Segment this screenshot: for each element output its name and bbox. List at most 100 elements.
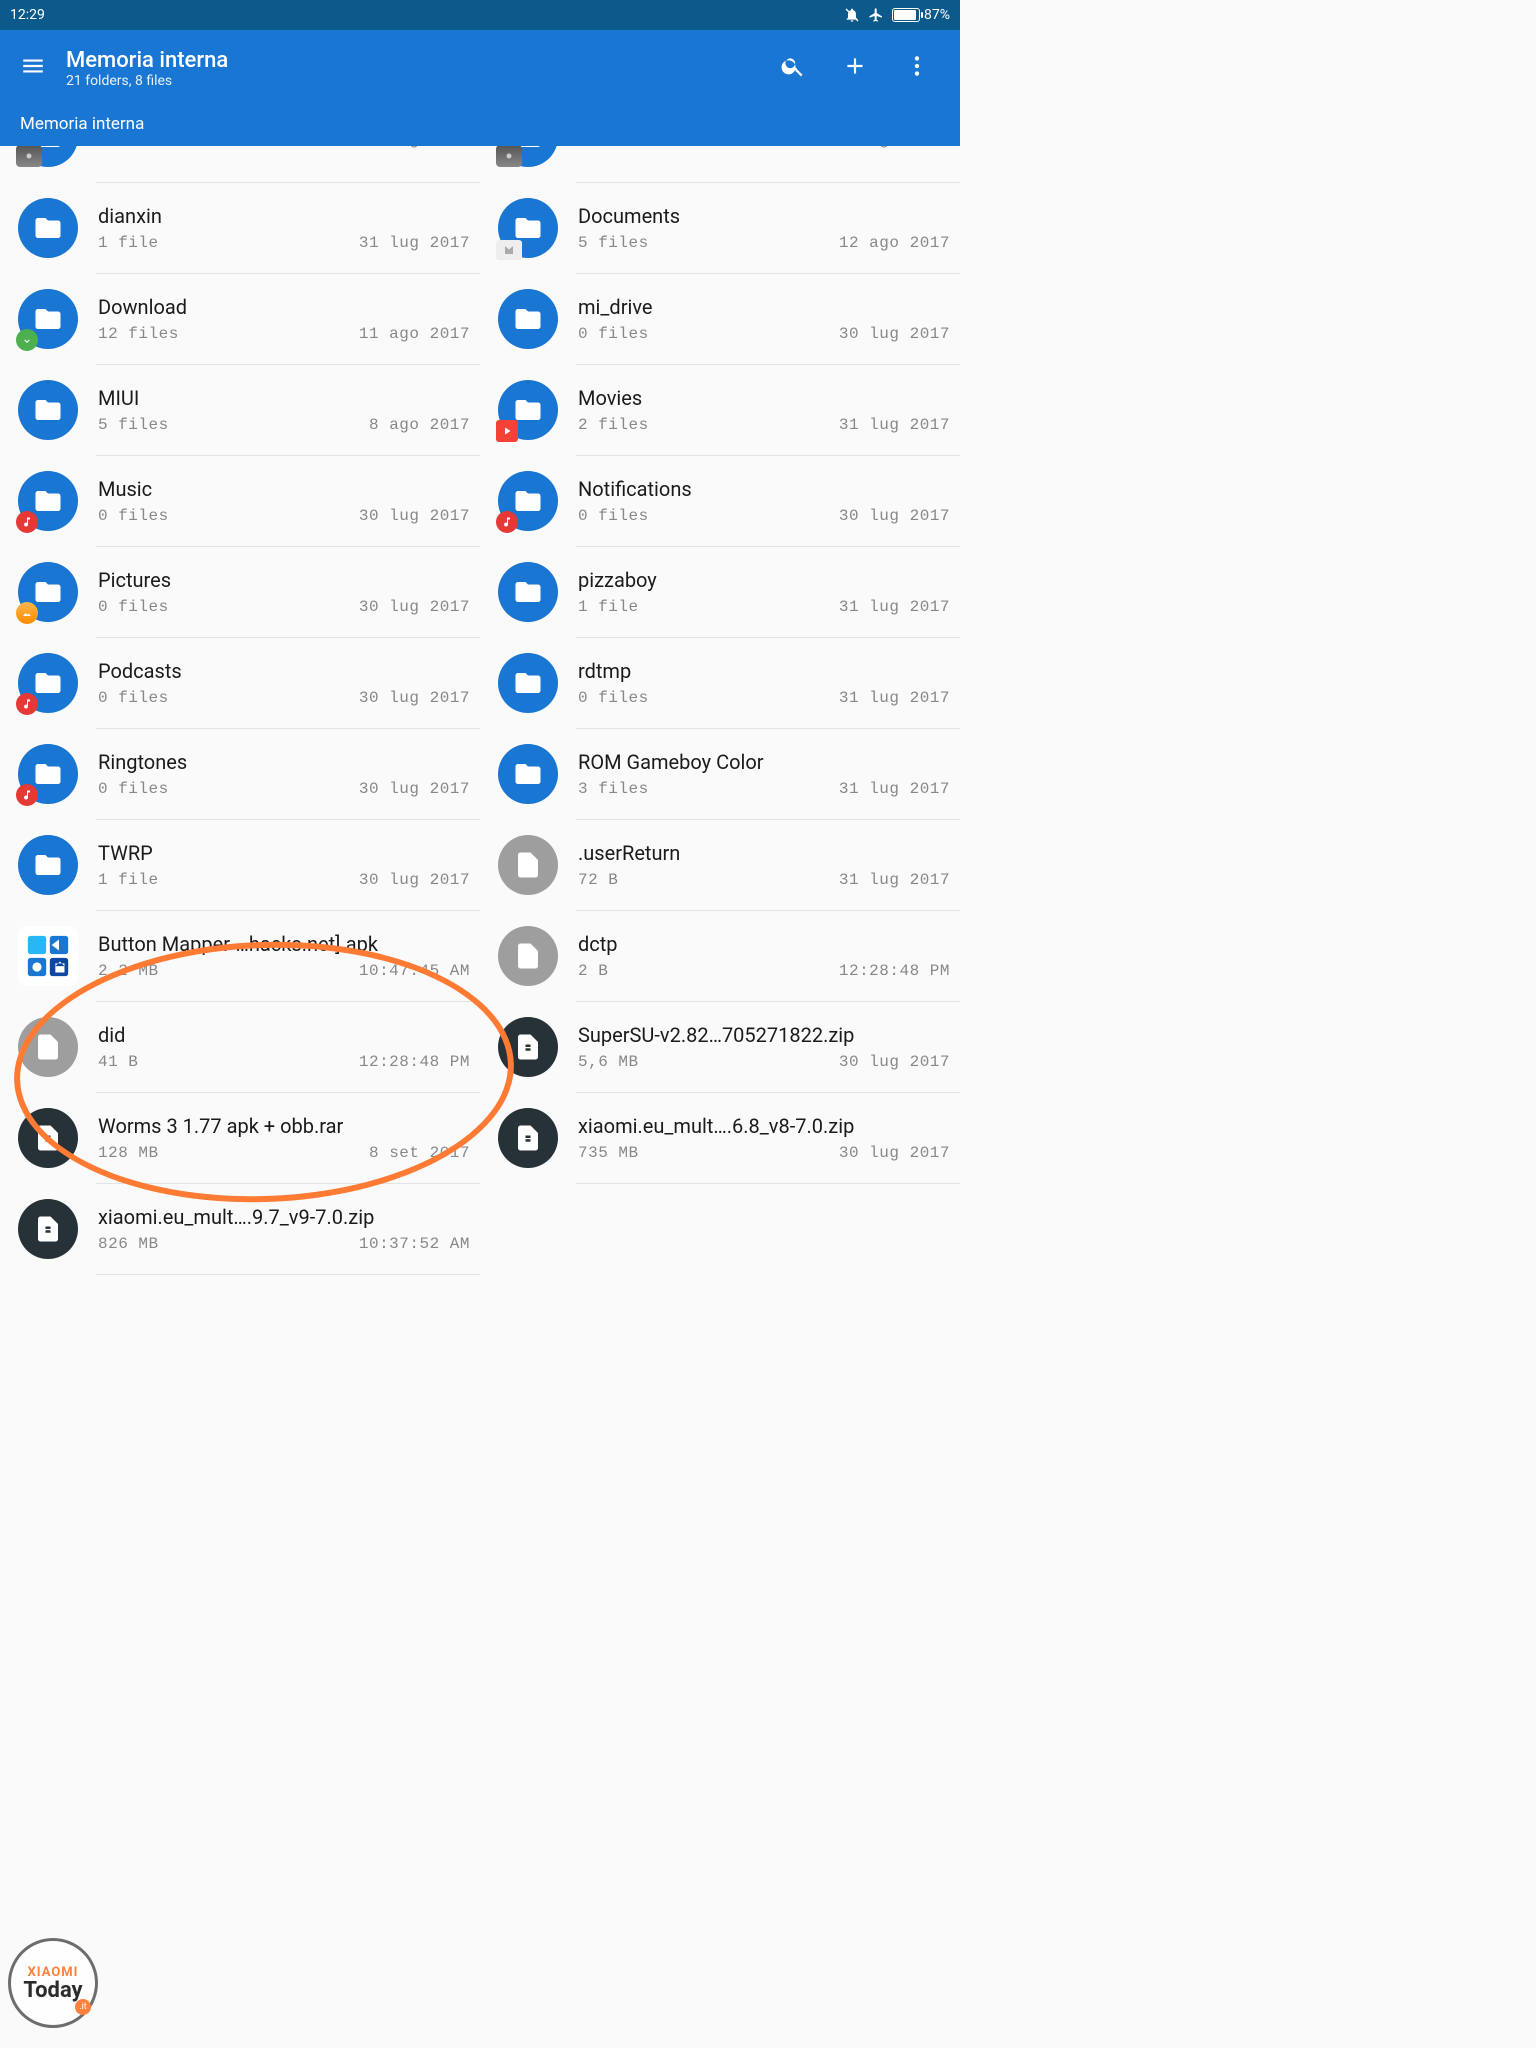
download-badge-icon xyxy=(16,329,38,351)
list-item[interactable]: Ringtones0 files30 lug 2017 xyxy=(0,729,480,819)
item-name: TWRP xyxy=(98,841,470,865)
item-text: TWRP1 file30 lug 2017 xyxy=(98,841,470,889)
list-item[interactable]: dianxin1 file31 lug 2017 xyxy=(0,183,480,273)
file-grid: 3 files31 lug 2017dianxin1 file31 lug 20… xyxy=(0,146,960,1276)
item-text: Button Mapper-…hacks.net].apk2,2 MB10:47… xyxy=(98,932,470,980)
item-name: Download xyxy=(98,295,470,319)
item-name: pizzaboy xyxy=(578,568,950,592)
item-text: xiaomi.eu_mult….9.7_v9-7.0.zip826 MB10:3… xyxy=(98,1205,470,1253)
item-info: 0 files xyxy=(578,507,649,525)
archive-icon xyxy=(498,1017,558,1077)
list-item[interactable]: pizzaboy1 file31 lug 2017 xyxy=(480,547,960,637)
folder-icon xyxy=(498,146,558,167)
item-text: Documents5 files12 ago 2017 xyxy=(578,204,950,252)
item-info: 3 files xyxy=(578,780,649,798)
item-info: 0 files xyxy=(98,598,169,616)
app-icon xyxy=(18,926,78,986)
item-info: 0 files xyxy=(98,507,169,525)
item-text: Podcasts0 files30 lug 2017 xyxy=(98,659,470,707)
folder-icon xyxy=(18,380,78,440)
play-badge-icon xyxy=(496,420,518,442)
battery-percent: 87% xyxy=(924,7,950,23)
item-date: 10:47:45 AM xyxy=(359,962,470,980)
item-date: 12 ago 2017 xyxy=(839,234,950,252)
list-item[interactable]: 2 files11 ago 2017 xyxy=(480,146,960,182)
column-left: 3 files31 lug 2017dianxin1 file31 lug 20… xyxy=(0,146,480,1276)
item-name: xiaomi.eu_mult….9.7_v9-7.0.zip xyxy=(98,1205,470,1229)
list-item[interactable]: mi_drive0 files30 lug 2017 xyxy=(480,274,960,364)
item-text: .userReturn72 B31 lug 2017 xyxy=(578,841,950,889)
list-item[interactable]: did41 B12:28:48 PM xyxy=(0,1002,480,1092)
list-item[interactable]: Movies2 files31 lug 2017 xyxy=(480,365,960,455)
item-text: SuperSU-v2.82…705271822.zip5,6 MB30 lug … xyxy=(578,1023,950,1071)
item-name: did xyxy=(98,1023,470,1047)
list-item[interactable]: rdtmp0 files31 lug 2017 xyxy=(480,638,960,728)
breadcrumb[interactable]: Memoria interna xyxy=(0,106,960,146)
music-badge-icon xyxy=(16,784,38,806)
item-info: 5 files xyxy=(98,416,169,434)
list-item[interactable]: Music0 files30 lug 2017 xyxy=(0,456,480,546)
list-item[interactable]: 3 files31 lug 2017 xyxy=(0,146,480,182)
list-item[interactable]: xiaomi.eu_mult….6.8_v8-7.0.zip735 MB30 l… xyxy=(480,1093,960,1183)
list-item[interactable]: Podcasts0 files30 lug 2017 xyxy=(0,638,480,728)
list-item[interactable]: SuperSU-v2.82…705271822.zip5,6 MB30 lug … xyxy=(480,1002,960,1092)
folder-icon xyxy=(18,471,78,531)
item-text: Notifications0 files30 lug 2017 xyxy=(578,477,950,525)
item-name: Documents xyxy=(578,204,950,228)
archive-icon xyxy=(498,1108,558,1168)
list-item[interactable]: MIUI5 files8 ago 2017 xyxy=(0,365,480,455)
item-text: Music0 files30 lug 2017 xyxy=(98,477,470,525)
item-date: 11 ago 2017 xyxy=(359,325,470,343)
folder-icon xyxy=(18,562,78,622)
item-text: MIUI5 files8 ago 2017 xyxy=(98,386,470,434)
item-date: 10:37:52 AM xyxy=(359,1235,470,1253)
item-date: 30 lug 2017 xyxy=(839,507,950,525)
list-item[interactable]: dctp2 B12:28:48 PM xyxy=(480,911,960,1001)
item-name: mi_drive xyxy=(578,295,950,319)
item-info: 0 files xyxy=(578,325,649,343)
menu-icon[interactable] xyxy=(20,53,46,83)
overflow-icon[interactable] xyxy=(904,53,930,83)
folder-icon xyxy=(18,198,78,258)
folder-icon xyxy=(498,562,558,622)
item-date: 30 lug 2017 xyxy=(359,780,470,798)
add-icon[interactable] xyxy=(842,53,868,83)
item-name: Movies xyxy=(578,386,950,410)
music-badge-icon xyxy=(16,693,38,715)
app-toolbar: Memoria interna 21 folders, 8 files xyxy=(0,30,960,106)
page-title: Memoria interna xyxy=(66,48,780,73)
list-item[interactable]: Documents5 files12 ago 2017 xyxy=(480,183,960,273)
mail-badge-icon xyxy=(496,240,522,260)
list-item[interactable]: .userReturn72 B31 lug 2017 xyxy=(480,820,960,910)
item-text: xiaomi.eu_mult….6.8_v8-7.0.zip735 MB30 l… xyxy=(578,1114,950,1162)
folder-icon xyxy=(498,198,558,258)
list-item[interactable]: Notifications0 files30 lug 2017 xyxy=(480,456,960,546)
archive-icon xyxy=(18,1108,78,1168)
folder-icon xyxy=(498,289,558,349)
search-icon[interactable] xyxy=(780,53,806,83)
column-right: 2 files11 ago 2017 Documents5 files12 ago… xyxy=(480,146,960,1276)
list-item[interactable]: Worms 3 1.77 apk + obb.rar128 MB8 set 20… xyxy=(0,1093,480,1183)
item-name: xiaomi.eu_mult….6.8_v8-7.0.zip xyxy=(578,1114,950,1138)
battery-icon: 87% xyxy=(892,7,950,23)
list-item[interactable]: Download12 files11 ago 2017 xyxy=(0,274,480,364)
archive-icon xyxy=(18,1199,78,1259)
item-info: 0 files xyxy=(98,780,169,798)
list-item[interactable]: xiaomi.eu_mult….9.7_v9-7.0.zip826 MB10:3… xyxy=(0,1184,480,1274)
item-date: 31 lug 2017 xyxy=(359,234,470,252)
item-info: 3 files xyxy=(98,146,169,149)
item-date: 30 lug 2017 xyxy=(359,507,470,525)
item-text: ROM Gameboy Color3 files31 lug 2017 xyxy=(578,750,950,798)
list-item[interactable]: Pictures0 files30 lug 2017 xyxy=(0,547,480,637)
list-item[interactable]: TWRP1 file30 lug 2017 xyxy=(0,820,480,910)
item-date: 8 set 2017 xyxy=(369,1144,470,1162)
list-item[interactable]: Button Mapper-…hacks.net].apk2,2 MB10:47… xyxy=(0,911,480,1001)
item-name: ROM Gameboy Color xyxy=(578,750,950,774)
item-info: 0 files xyxy=(98,689,169,707)
item-text: 3 files31 lug 2017 xyxy=(98,146,470,149)
status-time: 12:29 xyxy=(10,7,45,23)
file-gray-icon xyxy=(498,835,558,895)
list-item[interactable]: ROM Gameboy Color3 files31 lug 2017 xyxy=(480,729,960,819)
item-name: rdtmp xyxy=(578,659,950,683)
item-info: 2,2 MB xyxy=(98,962,159,980)
